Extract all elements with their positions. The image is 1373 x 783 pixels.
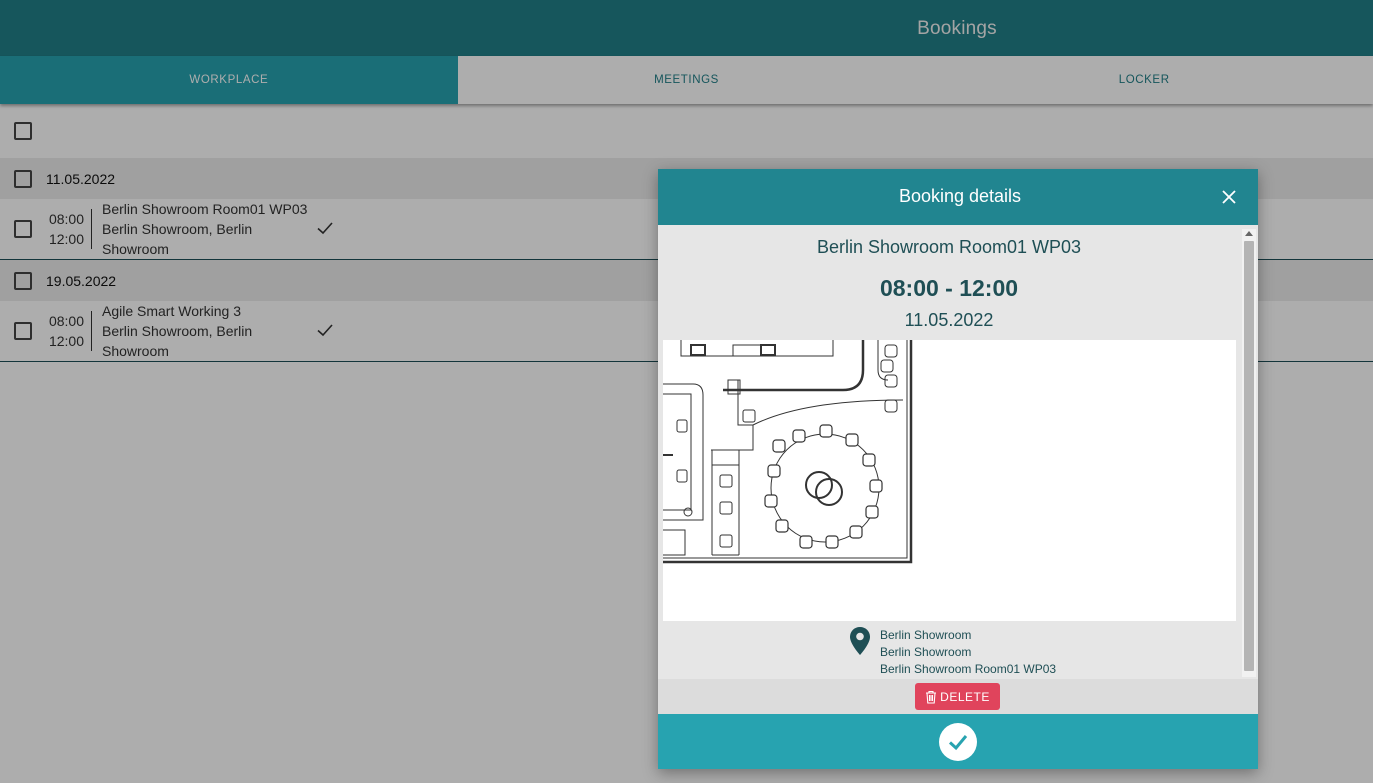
booking-details-dialog: Booking details Berlin Showroom Room01 W… (658, 169, 1258, 769)
floorplan-map[interactable] (663, 340, 1236, 621)
close-icon[interactable] (1220, 188, 1238, 206)
trash-icon (926, 690, 937, 704)
location-pin-icon (850, 627, 870, 655)
booking-date: 11.05.2022 (904, 310, 994, 330)
scroll-up-arrow[interactable] (1245, 231, 1253, 236)
workplace-name: Berlin Showroom Room01 WP03 (816, 237, 1082, 257)
location-details: Berlin Showroom Berlin Showroom Berlin S… (880, 627, 1056, 678)
location-line: Berlin Showroom Room01 WP03 (880, 662, 1057, 676)
location-line: Berlin Showroom (880, 645, 972, 659)
dialog-scrollbar[interactable] (1242, 229, 1256, 677)
delete-button[interactable]: DELETE (915, 683, 1000, 710)
location-line: Berlin Showroom (880, 628, 972, 642)
dialog-body[interactable]: Berlin Showroom Room01 WP03 08:00 - 12:0… (658, 225, 1258, 679)
confirm-button[interactable] (939, 723, 977, 761)
check-icon (948, 735, 968, 751)
delete-area: DELETE (658, 679, 1258, 714)
delete-label: DELETE (940, 689, 990, 704)
dialog-header: Booking details (658, 169, 1258, 225)
scroll-thumb[interactable] (1244, 241, 1254, 671)
booking-time-range: 08:00 - 12:00 (879, 275, 1019, 301)
floorplan-drawing (663, 340, 913, 564)
dialog-footer (658, 714, 1258, 769)
dialog-title: Booking details (898, 186, 1022, 206)
